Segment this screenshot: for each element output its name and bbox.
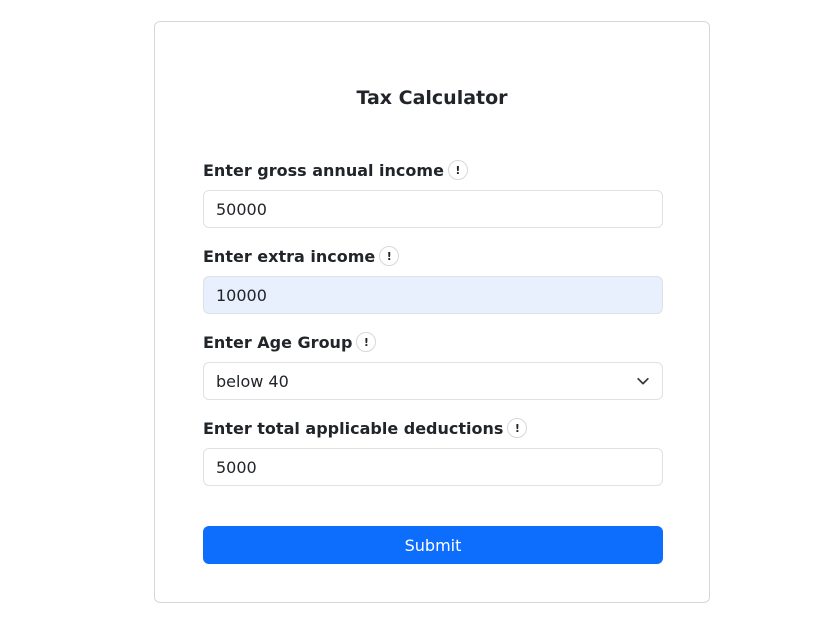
gross-income-value: 50000 (216, 199, 267, 219)
info-icon[interactable]: ! (447, 160, 468, 180)
age-group-label-row: Enter Age Group ! (203, 330, 663, 354)
extra-income-input[interactable]: 10000 (203, 276, 663, 314)
tax-calculator-card: Tax Calculator Enter gross annual income… (154, 21, 710, 603)
chevron-down-icon (637, 377, 649, 385)
gross-income-field: Enter gross annual income ! 50000 (203, 158, 663, 228)
extra-income-field: Enter extra income ! 10000 (203, 244, 663, 314)
gross-income-label-row: Enter gross annual income ! (203, 158, 663, 182)
extra-income-label: Enter extra income (203, 246, 376, 266)
form-title: Tax Calculator (356, 87, 508, 109)
deductions-input[interactable]: 5000 (203, 448, 663, 486)
age-group-value: below 40 (216, 371, 289, 391)
info-icon[interactable]: ! (356, 332, 377, 352)
submit-button[interactable]: Submit (203, 526, 663, 564)
info-icon[interactable]: ! (379, 246, 400, 266)
extra-income-value: 10000 (216, 285, 267, 305)
gross-income-input[interactable]: 50000 (203, 190, 663, 228)
age-group-field: Enter Age Group ! below 40 (203, 330, 663, 400)
gross-income-label: Enter gross annual income (203, 160, 444, 180)
deductions-label: Enter total applicable deductions (203, 418, 504, 438)
extra-income-label-row: Enter extra income ! (203, 244, 663, 268)
age-group-label: Enter Age Group (203, 332, 353, 352)
deductions-label-row: Enter total applicable deductions ! (203, 416, 663, 440)
deductions-value: 5000 (216, 457, 257, 477)
deductions-field: Enter total applicable deductions ! 5000 (203, 416, 663, 486)
info-icon[interactable]: ! (507, 418, 528, 438)
age-group-select[interactable]: below 40 (203, 362, 663, 400)
